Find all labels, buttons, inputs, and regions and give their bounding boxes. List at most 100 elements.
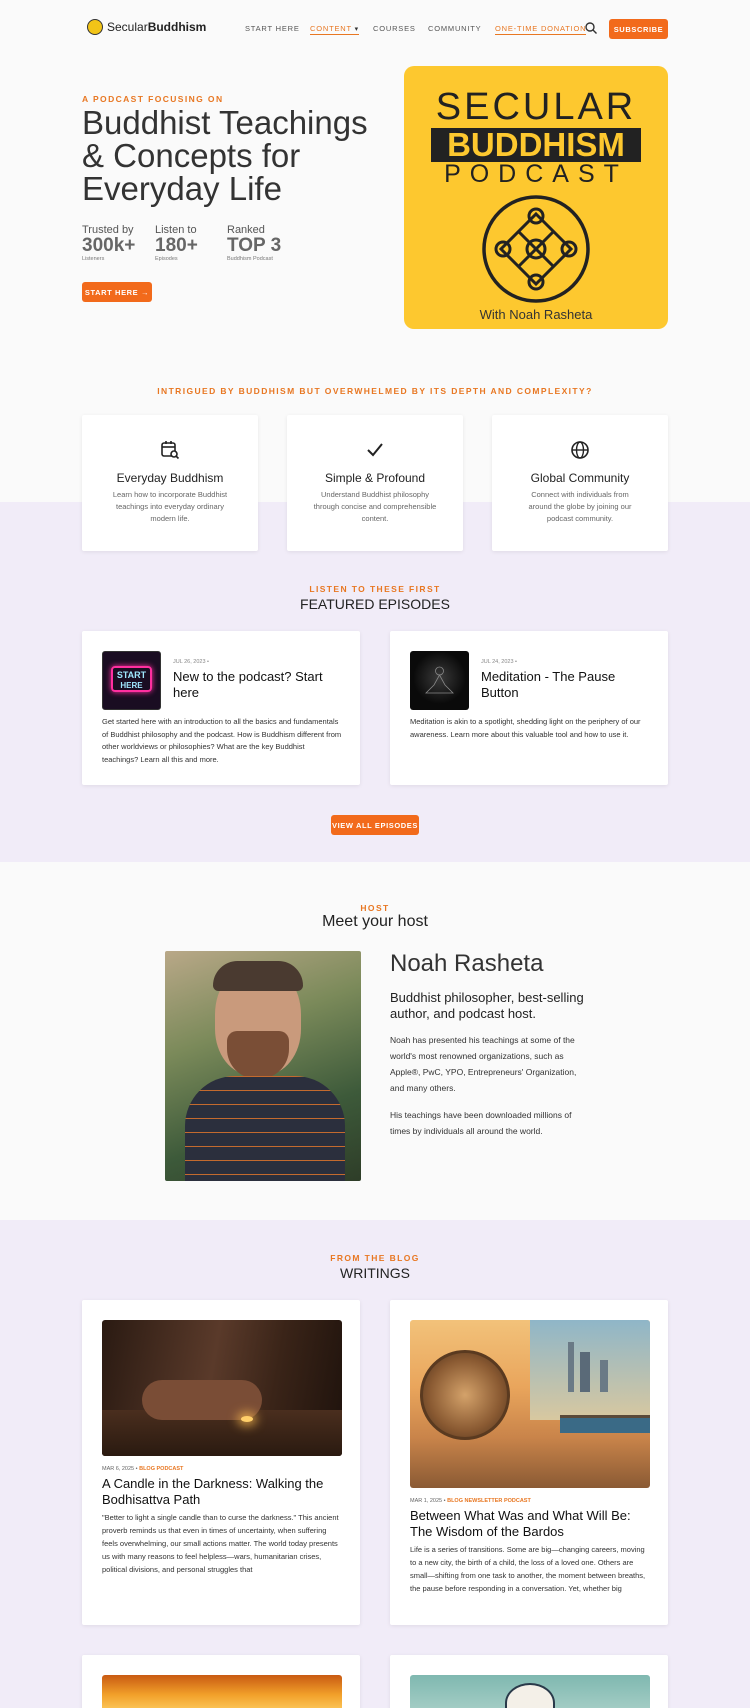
- globe-icon: [571, 441, 589, 459]
- episode-card[interactable]: START HERE JUL 26, 2023 • New to the pod…: [82, 631, 360, 785]
- blog-meta: MAR 1, 2025 • BLOG NEWSLETTER PODCAST: [410, 1498, 531, 1504]
- blog-title: WRITINGS: [340, 1265, 410, 1281]
- nav-content[interactable]: CONTENT ▾: [310, 24, 359, 35]
- host-tagline: Buddhist philosopher, best-selling autho…: [390, 990, 584, 1021]
- endless-knot-icon: [482, 195, 590, 303]
- host-beard: [227, 1031, 289, 1079]
- blog-tag[interactable]: PODCAST: [157, 1466, 184, 1472]
- stat-value: 180+: [155, 235, 198, 256]
- subscribe-button[interactable]: SUBSCRIBE: [609, 19, 668, 39]
- blog-post-excerpt: Life is a series of transitions. Some ar…: [410, 1545, 646, 1593]
- site-logo[interactable]: SecularBuddhism: [87, 19, 206, 35]
- episode-desc: Meditation is akin to a spotlight, shedd…: [410, 717, 641, 739]
- blog-tag[interactable]: NEWSLETTER: [465, 1498, 503, 1504]
- episode-title[interactable]: Meditation - The Pause Button: [481, 669, 641, 701]
- podcast-cover-art: SECULAR BUDDHISM PODCAST With Noah Rashe…: [404, 66, 668, 329]
- art-line-buddhism: BUDDHISM: [431, 128, 641, 162]
- episode-thumbnail: START HERE: [102, 651, 161, 710]
- episode-title[interactable]: New to the podcast? Start here: [173, 669, 333, 701]
- blog-post-title[interactable]: A Candle in the Darkness: Walking the Bo…: [102, 1476, 332, 1508]
- episode-card[interactable]: JUL 24, 2023 • Meditation - The Pause Bu…: [390, 631, 668, 785]
- logo-mark-icon: [87, 19, 103, 35]
- art-byline: With Noah Rasheta: [479, 307, 593, 322]
- view-all-episodes-button[interactable]: VIEW ALL EPISODES: [331, 815, 419, 835]
- lotus-icon: [505, 1683, 555, 1708]
- blog-post-image[interactable]: [102, 1675, 342, 1708]
- image-tower: [580, 1352, 590, 1392]
- blog-post-title[interactable]: Between What Was and What Will Be: The W…: [410, 1508, 650, 1540]
- nav-community[interactable]: COMMUNITY: [428, 24, 481, 33]
- host-bio-2: His teachings have been downloaded milli…: [390, 1110, 572, 1136]
- blog-meta: MAR 6, 2025 • BLOG PODCAST: [102, 1466, 183, 1472]
- feature-title: Simple & Profound: [324, 471, 426, 485]
- blog-post-card[interactable]: [390, 1655, 668, 1708]
- host-bio-1: Noah has presented his teachings at some…: [390, 1035, 577, 1093]
- blog-post-card[interactable]: MAR 1, 2025 • BLOG NEWSLETTER PODCAST Be…: [390, 1300, 668, 1625]
- blog-post-image[interactable]: [410, 1675, 650, 1708]
- site-header: SecularBuddhism START HERE CONTENT ▾ COU…: [0, 0, 750, 58]
- blog-tag[interactable]: BLOG: [447, 1498, 463, 1504]
- hero-start-here-button[interactable]: START HERE →: [82, 282, 152, 302]
- episode-desc: Get started here with an introduction to…: [102, 717, 342, 764]
- image-hands: [142, 1380, 262, 1420]
- nav-donation[interactable]: ONE-TIME DONATION: [495, 24, 587, 35]
- image-sky: [530, 1320, 650, 1420]
- blog-eyebrow: FROM THE BLOG: [330, 1253, 420, 1263]
- search-icon[interactable]: [584, 21, 598, 35]
- host-title: Meet your host: [322, 913, 428, 930]
- stat-value: 300k+: [82, 235, 136, 256]
- episode-date: JUL 24, 2023 •: [481, 659, 517, 665]
- intro-eyebrow: INTRIGUED BY BUDDHISM BUT OVERWHELMED BY…: [157, 386, 593, 396]
- thumb-text-start: START: [116, 670, 147, 680]
- image-river: [560, 1415, 650, 1433]
- episode-date: JUL 26, 2023 •: [173, 659, 209, 665]
- host-name: Noah Rasheta: [390, 950, 544, 977]
- candle-flame-icon: [241, 1416, 253, 1422]
- feature-desc: Understand Buddhist philosophy through c…: [313, 490, 437, 523]
- stat-episodes: Listen to 180+ Episodes: [155, 224, 225, 262]
- hero-eyebrow: A PODCAST FOCUSING ON: [82, 94, 224, 104]
- feature-desc: Connect with individuals from around the…: [528, 490, 632, 523]
- feature-card-global: Global Community Connect with individual…: [492, 415, 668, 551]
- art-line-secular: SECULAR: [435, 86, 637, 128]
- image-tower: [568, 1342, 574, 1392]
- host-shirt: [185, 1076, 345, 1181]
- feature-desc: Learn how to incorporate Buddhist teachi…: [112, 490, 228, 523]
- stat-sub: Buddhism Podcast: [227, 256, 273, 262]
- episodes-title: FEATURED EPISODES: [300, 596, 450, 612]
- episode-thumbnail: [410, 651, 469, 710]
- feature-card-simple: Simple & Profound Understand Buddhist ph…: [287, 415, 463, 551]
- blog-post-card[interactable]: [82, 1655, 360, 1708]
- blog-tag[interactable]: PODCAST: [504, 1498, 531, 1504]
- feature-title: Everyday Buddhism: [116, 471, 224, 485]
- checkmark-icon: [367, 443, 383, 457]
- art-line-podcast: PODCAST: [444, 160, 628, 188]
- nav-start-here[interactable]: START HERE: [245, 24, 300, 33]
- blog-date: MAR 1, 2025 •: [410, 1498, 446, 1504]
- stat-listeners: Trusted by 300k+ Listeners: [82, 224, 152, 262]
- host-eyebrow: HOST: [360, 903, 390, 913]
- episodes-eyebrow: LISTEN TO THESE FIRST: [309, 584, 441, 594]
- thumb-text-here: HERE: [120, 681, 143, 690]
- meditation-figure-icon: [425, 666, 454, 694]
- nav-courses[interactable]: COURSES: [373, 24, 416, 33]
- hero-title: Buddhist Teachings & Concepts for Everyd…: [82, 104, 368, 207]
- stat-value: TOP 3: [227, 235, 282, 256]
- stat-ranking: Ranked TOP 3 Buddhism Podcast: [227, 224, 307, 262]
- host-hair: [213, 961, 303, 991]
- logo-text-light: Secular: [107, 20, 148, 34]
- blog-tag[interactable]: BLOG: [139, 1466, 155, 1472]
- clock-icon: [420, 1350, 510, 1440]
- image-tower: [600, 1360, 608, 1392]
- host-photo: [165, 951, 361, 1181]
- stat-sub: Listeners: [82, 256, 105, 262]
- stat-sub: Episodes: [155, 256, 178, 262]
- feature-title: Global Community: [530, 471, 630, 485]
- feature-card-everyday: Everyday Buddhism Learn how to incorpora…: [82, 415, 258, 551]
- blog-post-card[interactable]: MAR 6, 2025 • BLOG PODCAST A Candle in t…: [82, 1300, 360, 1625]
- blog-post-excerpt: "Better to light a single candle than to…: [102, 1513, 339, 1574]
- blog-post-image[interactable]: [410, 1320, 650, 1488]
- chevron-down-icon: ▾: [354, 26, 359, 33]
- blog-post-image[interactable]: [102, 1320, 342, 1456]
- calendar-search-icon: [161, 441, 180, 460]
